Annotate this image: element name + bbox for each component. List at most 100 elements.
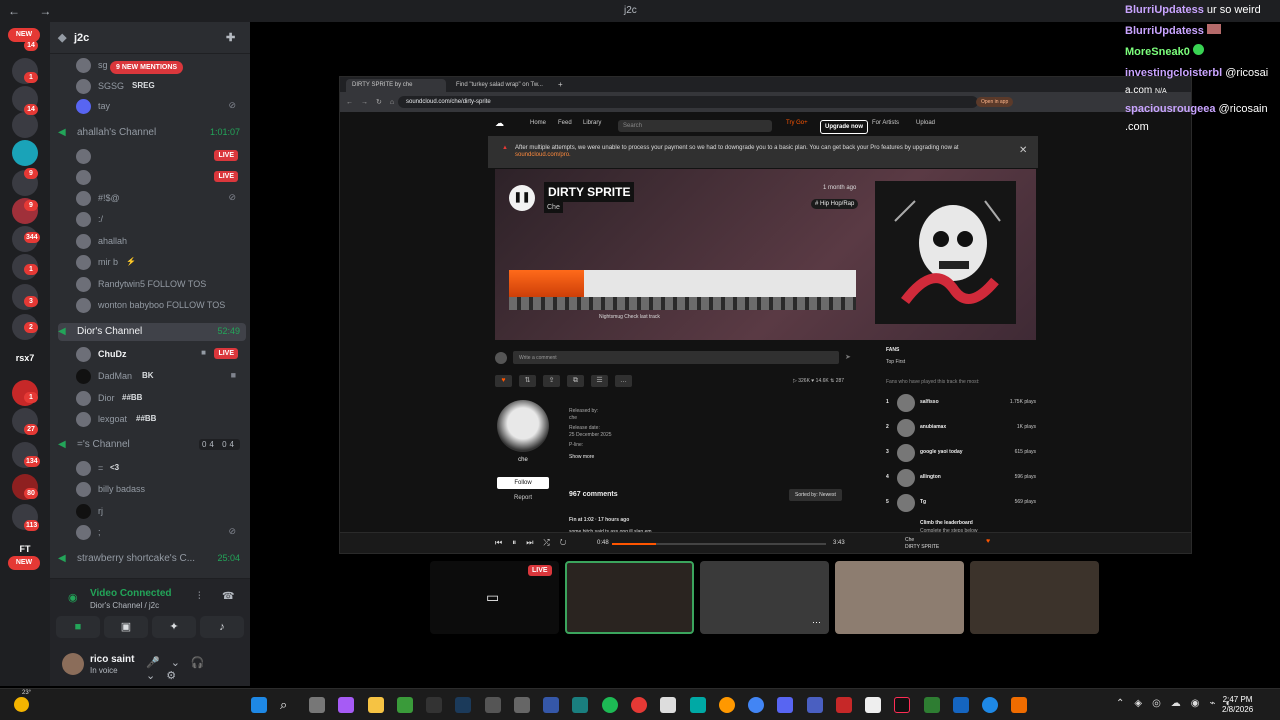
voice-user[interactable]: billy badass (76, 479, 246, 499)
more-icon[interactable]: … (615, 375, 632, 387)
like-icon[interactable]: ♥ (495, 375, 512, 387)
avatar[interactable] (62, 653, 84, 675)
disconnect-icon[interactable]: ☎ (222, 591, 234, 602)
copy-link-icon[interactable]: ⧉ (567, 375, 584, 387)
fan-row[interactable]: 1 salfisso 1.75K plays (886, 392, 1036, 414)
artist-name[interactable]: che (495, 457, 551, 463)
nav-feed[interactable]: Feed (558, 120, 572, 126)
start-icon[interactable] (251, 697, 267, 713)
user-name[interactable]: rico saint (90, 654, 134, 665)
weather-icon[interactable] (14, 697, 29, 712)
voice-channel[interactable]: ◀ ='s Channel 04 04 (58, 436, 246, 454)
sort-dropdown[interactable]: Sorted by: Newest (789, 489, 842, 501)
app-icon[interactable] (924, 697, 940, 713)
voice-user[interactable]: :/ (76, 209, 246, 229)
send-icon[interactable]: ➤ (845, 353, 851, 361)
voice-user[interactable]: ChuDz ■ LIVE (76, 344, 246, 364)
banner-link[interactable]: soundcloud.com/pro. (515, 152, 571, 158)
server-icon[interactable] (12, 140, 38, 166)
server-icon[interactable] (12, 112, 38, 138)
file-explorer-icon[interactable] (368, 697, 384, 713)
browser-tab[interactable]: DIRTY SPRITE by che (346, 79, 446, 92)
app-icon[interactable] (572, 697, 588, 713)
soundcloud-logo-icon[interactable]: ☁ (495, 118, 504, 129)
spotify-icon[interactable] (602, 697, 618, 713)
app-icon[interactable] (836, 697, 852, 713)
stream-tile-camera[interactable] (970, 561, 1099, 634)
waveform[interactable]: Nightsmug Check last track (509, 270, 856, 320)
server-header[interactable]: ◆ j2c ✚ (50, 22, 250, 54)
now-playing[interactable]: Che DIRTY SPRITE (905, 537, 939, 551)
add-member-icon[interactable]: ✚ (226, 31, 235, 44)
activities-button[interactable]: ✦ (152, 616, 196, 638)
search-input[interactable]: Search (618, 120, 772, 132)
artist-avatar[interactable] (497, 400, 549, 452)
voice-channel[interactable]: ◀ strawberry shortcake's C... 25:04 (58, 550, 246, 568)
voice-user[interactable]: Dior ##BB (76, 388, 246, 408)
voice-user[interactable]: SGSG SREG (76, 76, 246, 96)
voice-location[interactable]: Dior's Channel / j2c (90, 601, 159, 610)
voice-user[interactable]: lexgoat ##BB (76, 409, 246, 429)
nav-arrows[interactable]: ← → (8, 4, 59, 18)
voice-user[interactable]: LIVE (76, 146, 246, 166)
new-tab-icon[interactable]: + (558, 80, 563, 89)
noise-icon[interactable]: ⫶ (198, 591, 201, 602)
app-icon[interactable] (982, 697, 998, 713)
app-icon[interactable] (953, 697, 969, 713)
app-icon[interactable] (1011, 697, 1027, 713)
voice-user[interactable]: rj (76, 501, 246, 521)
tiktok-icon[interactable] (894, 697, 910, 713)
discord-icon[interactable] (777, 697, 793, 713)
close-icon[interactable]: ✕ (1019, 145, 1027, 156)
voice-user[interactable]: ; ⊘ (76, 522, 246, 542)
stream-tile-camera[interactable] (835, 561, 964, 634)
user-controls[interactable]: 🎤⌄🎧⌄⚙ (146, 656, 250, 682)
more-icon[interactable]: ⋯ (812, 617, 821, 628)
upload-link[interactable]: Upload (916, 120, 935, 126)
app-icon[interactable] (485, 697, 501, 713)
voice-user[interactable]: #!$@ ⊘ (76, 188, 246, 208)
nav-library[interactable]: Library (583, 120, 601, 126)
try-go-link[interactable]: Try Go+ (786, 120, 808, 126)
player-controls[interactable]: ⏮⏸⏭⤮↻ (495, 538, 577, 548)
like-icon[interactable]: ♥ (986, 538, 990, 545)
repost-icon[interactable]: ⇅ (519, 375, 536, 387)
voice-status[interactable]: Video Connected (90, 588, 172, 599)
browser-nav-icons[interactable]: ←→↻⌂ (346, 98, 402, 106)
app-icon[interactable] (543, 697, 559, 713)
steam-icon[interactable] (455, 697, 471, 713)
settings-icon[interactable] (514, 697, 530, 713)
camera-button[interactable]: ■ (56, 616, 100, 638)
voice-user[interactable]: DadMan BK ■ (76, 366, 246, 386)
server-text-icon[interactable]: rsx7 (12, 345, 38, 371)
stream-tile-camera[interactable] (565, 561, 694, 634)
fan-row[interactable]: 5 Tg 569 plays (886, 492, 1036, 514)
add-to-playlist-icon[interactable]: ☰ (591, 375, 608, 387)
stream-tile-camera[interactable]: ⋯ (700, 561, 829, 634)
soundboard-button[interactable]: ♪ (200, 616, 244, 638)
progress-bar[interactable] (612, 543, 826, 545)
app-icon[interactable] (807, 697, 823, 713)
opera-icon[interactable] (631, 697, 647, 713)
task-view-icon[interactable] (309, 697, 325, 713)
screenshare-button[interactable]: ▣ (104, 616, 148, 638)
fans-tabs[interactable]: Top First (886, 359, 905, 365)
voice-channel-active[interactable]: ◀ Dior's Channel 52:49 (58, 323, 246, 341)
search-icon[interactable]: ⌕ (280, 697, 296, 713)
new-mentions-pill[interactable]: 9 NEW MENTIONS (110, 61, 184, 74)
voice-user[interactable]: = <3 (76, 458, 246, 478)
voice-user[interactable]: mir b ⚡ (76, 252, 246, 272)
voice-user[interactable]: tay ⊘ (76, 96, 246, 116)
comment-input[interactable]: Write a comment (513, 351, 839, 364)
track-artist[interactable]: Che (544, 202, 563, 213)
app-icon[interactable] (690, 697, 706, 713)
fan-row[interactable]: 3 google yaoi today 615 plays (886, 442, 1036, 464)
copilot-icon[interactable] (338, 697, 354, 713)
share-icon[interactable]: ⇪ (543, 375, 560, 387)
chrome-icon[interactable] (748, 697, 764, 713)
voice-user[interactable]: wonton babyboo FOLLOW TOS (76, 295, 246, 315)
clock[interactable]: 2:47 PM 2/8/2026 (1222, 695, 1253, 715)
xbox-icon[interactable] (397, 697, 413, 713)
epic-games-icon[interactable] (426, 697, 442, 713)
nav-home[interactable]: Home (530, 120, 546, 126)
